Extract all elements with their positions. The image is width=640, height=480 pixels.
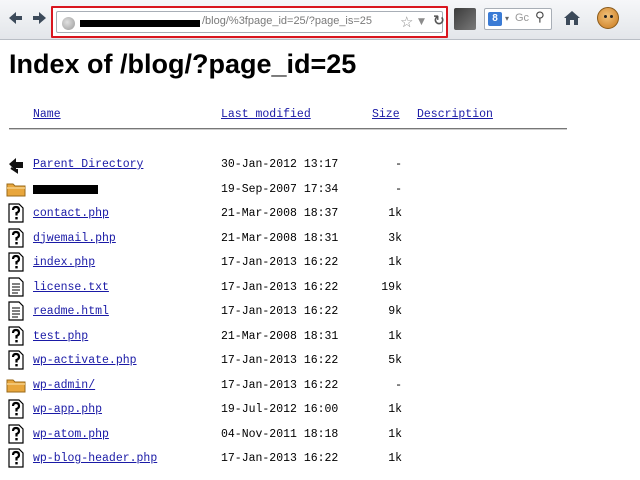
file-size: 9k (388, 305, 402, 318)
unknown-file-icon[interactable] (6, 448, 26, 468)
table-row: wp-activate.php 17-Jan-2013 16:22 5k (0, 350, 640, 374)
table-row: 19-Sep-2007 17:34 - (0, 179, 640, 203)
unknown-file-icon[interactable] (6, 252, 26, 272)
header-divider (9, 128, 567, 129)
file-size: 1k (388, 403, 402, 416)
file-last-modified: 19-Jul-2012 16:00 (221, 403, 339, 416)
table-row: test.php 21-Mar-2008 18:31 1k (0, 325, 640, 350)
file-size: - (395, 378, 402, 392)
file-size: 1k (388, 256, 402, 269)
file-last-modified: 17-Jan-2013 16:22 (221, 378, 339, 392)
table-row: wp-admin/17-Jan-2013 16:22 - (0, 375, 640, 399)
text-file-icon[interactable] (6, 301, 26, 321)
column-header-size[interactable]: Size (372, 108, 400, 121)
file-name-link[interactable]: wp-blog-header.php (33, 452, 157, 465)
file-size: - (395, 158, 402, 171)
file-size: 19k (381, 280, 402, 294)
file-size: 1k (388, 452, 402, 465)
file-name-link[interactable]: index.php (33, 256, 95, 269)
unknown-file-icon[interactable] (6, 423, 26, 444)
file-size: 1k (388, 207, 402, 220)
file-size: 3k (388, 231, 402, 245)
redacted-file-name[interactable] (33, 184, 98, 194)
folder-icon[interactable] (6, 179, 26, 199)
file-last-modified: 04-Nov-2011 18:18 (221, 427, 339, 441)
column-header-description[interactable]: Description (417, 108, 493, 121)
table-row: contact.php 21-Mar-2008 18:37 1k (0, 203, 640, 227)
table-row: index.php 17-Jan-2013 16:22 1k (0, 252, 640, 276)
file-last-modified: 21-Mar-2008 18:31 (221, 329, 339, 343)
file-name-link[interactable]: wp-atom.php (33, 428, 109, 441)
folder-icon[interactable] (6, 375, 26, 395)
file-name-link[interactable]: wp-admin/ (33, 379, 95, 392)
file-last-modified: 17-Jan-2013 16:22 (221, 452, 339, 465)
table-row: license.txt 17-Jan-2013 16:22 19k (0, 276, 640, 301)
unknown-file-icon[interactable] (6, 325, 26, 346)
table-row: wp-blog-header.php 17-Jan-2013 16:22 1k (0, 448, 640, 472)
file-last-modified: 19-Sep-2007 17:34 (221, 182, 339, 196)
file-name-link[interactable]: readme.html (33, 305, 109, 318)
table-row: wp-app.php 19-Jul-2012 16:00 1k (0, 399, 640, 423)
unknown-file-icon[interactable] (6, 399, 26, 419)
file-name-link[interactable]: Parent Directory (33, 158, 143, 171)
back-arrow-icon[interactable] (6, 154, 26, 174)
file-last-modified: 21-Mar-2008 18:37 (221, 207, 339, 220)
file-last-modified: 17-Jan-2013 16:22 (221, 354, 339, 367)
file-last-modified: 17-Jan-2013 16:22 (221, 256, 339, 269)
unknown-file-icon[interactable] (6, 227, 26, 248)
file-name-link[interactable]: license.txt (33, 281, 109, 294)
file-name-link[interactable]: wp-app.php (33, 403, 102, 416)
table-row: Parent Directory 30-Jan-2012 13:17 - (0, 154, 640, 178)
table-row: djwemail.php 21-Mar-2008 18:31 3k (0, 227, 640, 252)
file-name-link[interactable]: test.php (33, 330, 88, 343)
file-size: 1k (388, 427, 402, 441)
unknown-file-icon[interactable] (6, 203, 26, 223)
column-header-name[interactable]: Name (33, 108, 61, 121)
table-row: wp-atom.php 04-Nov-2011 18:18 1k (0, 423, 640, 448)
file-last-modified: 30-Jan-2012 13:17 (221, 158, 339, 171)
file-size: - (395, 182, 402, 196)
directory-listing: Name Last modified Size Description Pare… (0, 0, 640, 480)
file-name-link[interactable]: djwemail.php (33, 232, 116, 245)
file-name-link[interactable]: wp-activate.php (33, 354, 137, 367)
file-last-modified: 17-Jan-2013 16:22 (221, 305, 339, 318)
file-last-modified: 17-Jan-2013 16:22 (221, 280, 339, 294)
text-file-icon[interactable] (6, 276, 26, 297)
column-header-last-modified[interactable]: Last modified (221, 108, 311, 121)
unknown-file-icon[interactable] (6, 350, 26, 370)
file-last-modified: 21-Mar-2008 18:31 (221, 231, 339, 245)
file-size: 5k (388, 354, 402, 367)
table-row: readme.html 17-Jan-2013 16:22 9k (0, 301, 640, 325)
file-size: 1k (388, 329, 402, 343)
file-name-link[interactable]: contact.php (33, 207, 109, 220)
